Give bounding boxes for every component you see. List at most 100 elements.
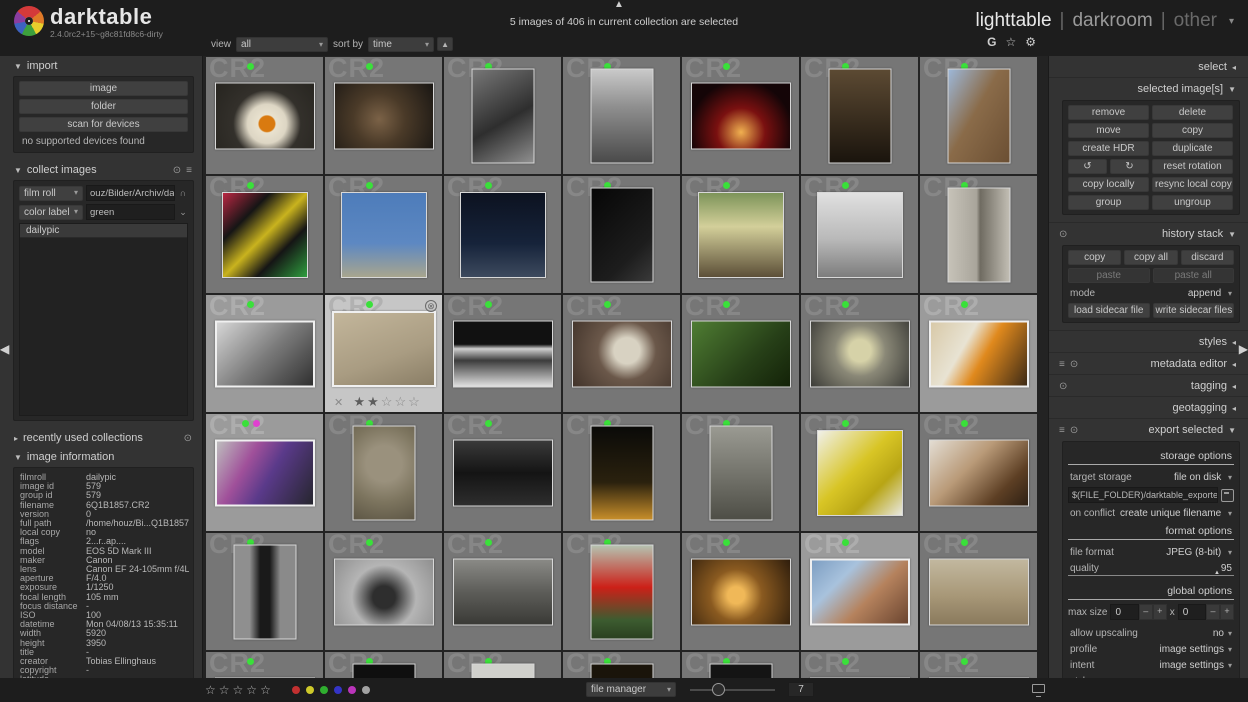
color-label-filter-icon[interactable] [362,686,370,694]
rating-filter-stars[interactable]: ☆☆☆☆☆ [205,683,274,697]
preferences-gear-icon[interactable]: ⚙ [1025,35,1036,49]
decrement-icon[interactable]: – [1206,604,1221,620]
star-icon[interactable]: ★ [367,394,381,409]
sort-ascending-button[interactable]: ▲ [437,37,454,51]
max-height-value[interactable]: 0 [1177,604,1207,620]
star-icon[interactable]: ★ [353,394,367,409]
reset-rotation-button[interactable]: reset rotation [1152,159,1233,174]
photo-thumbnail[interactable] [590,187,653,282]
group-button[interactable]: group [1068,195,1149,210]
section-header-geotagging[interactable]: geotagging ◂ [1049,396,1248,418]
reset-icon[interactable]: ⊙ [1059,229,1067,240]
reset-icon[interactable]: ⊙ [184,433,192,444]
thumbnail-cell-thumb-row6-3[interactable]: CR2 [444,652,561,678]
color-label-filter-icon[interactable] [306,686,314,694]
section-header-styles[interactable]: styles ◂ [1049,330,1248,352]
thumbnail-cell-subway-platform-bw[interactable]: CR2 [444,295,561,412]
max-width-stepper[interactable]: 0 – + [1110,604,1167,620]
view-darkroom[interactable]: darkroom [1072,10,1152,32]
quality-slider[interactable]: quality 95 ▲ [1068,560,1234,576]
color-label-filter-icon[interactable] [320,686,328,694]
star-icon[interactable]: ☆ [408,394,422,409]
photo-thumbnail[interactable] [214,82,315,149]
history-copy-all-button[interactable]: copy all [1124,250,1178,265]
photo-thumbnail[interactable] [331,310,436,387]
photo-thumbnail[interactable] [459,191,546,278]
thumbnail-cell-building-stairs[interactable]: CR2 [563,57,680,174]
left-panel-expander-icon[interactable]: ◀ [0,343,9,355]
reject-icon[interactable]: ✕ [334,396,343,409]
color-label-filter-icon[interactable] [292,686,300,694]
thumbnail-cell-night-lights[interactable]: CR2 [563,414,680,531]
thumbnail-cell-thumb-row6-7[interactable]: CR2 [920,652,1037,678]
photo-thumbnail[interactable] [352,425,415,520]
photo-thumbnail[interactable] [928,320,1029,387]
thumbnail-cell-purple-hair[interactable]: CR2 [206,414,323,531]
collection-list-item[interactable]: dailypic [20,224,187,238]
reset-icon[interactable]: ⊙ [173,165,181,176]
max-width-value[interactable]: 0 [1110,604,1139,620]
section-header-selected-images[interactable]: selected image[s] ▼ [1049,77,1248,99]
color-label-filter-icon[interactable] [334,686,342,694]
photo-thumbnail[interactable] [828,68,891,163]
photo-thumbnail[interactable] [947,187,1010,282]
reset-icon[interactable]: ⊙ [1059,381,1067,392]
file-format-dropdown[interactable]: JPEG (8-bit) ▾ [1166,547,1232,558]
delete-button[interactable]: delete [1152,105,1233,120]
photo-thumbnail[interactable] [709,663,772,678]
move-button[interactable]: move [1068,123,1149,138]
section-header-collect-images[interactable]: ▼ collect images ⊙ ≡ [0,160,202,179]
photo-thumbnail[interactable] [340,191,427,278]
display-profile-icon[interactable] [1032,684,1045,697]
thumbnail-cell-graffiti-wall[interactable]: CR2 [682,414,799,531]
thumbnail-cell-crocus-flowers[interactable]: CR2 [682,176,799,293]
collect-rule-operator-icon[interactable]: ∩ [178,188,188,198]
thumbnail-cell-pear-in-hand[interactable]: CR2 [801,295,918,412]
history-paste-button[interactable]: paste [1068,268,1150,283]
target-storage-dropdown[interactable]: file on disk ▾ [1174,472,1232,483]
presets-icon[interactable]: ≡ [1059,359,1065,370]
collect-rule-operator-icon[interactable]: ⌄ [178,207,188,218]
thumbnail-cell-lufthansa-emboss[interactable]: CR2 [325,414,442,531]
import-scan-for-devices-button[interactable]: scan for devices [19,117,188,132]
photo-thumbnail[interactable] [709,425,772,520]
thumbnail-cell-candle-jar[interactable]: CR2 [682,533,799,650]
layout-mode-dropdown[interactable]: file manager ▾ [586,682,676,697]
section-header-image-information[interactable]: ▼ image information [0,447,202,466]
rating-star-icon[interactable]: ☆ [233,683,247,697]
photo-thumbnail[interactable] [590,663,653,678]
thumbnail-cell-palace-gate[interactable]: CR2 [920,533,1037,650]
option-dropdown[interactable]: no ▾ [1213,628,1232,639]
view-dropdown-caret-icon[interactable]: ▾ [1229,16,1234,27]
section-header-metadata-editor[interactable]: ≡ ⊙ metadata editor ◂ [1049,352,1248,374]
section-header-recent-collections[interactable]: ▸ recently used collections ⊙ [0,428,202,447]
thumbnail-cell-rabbit-figurine[interactable]: CR2 [325,57,442,174]
rotate-ccw-icon[interactable]: ↺ [1068,159,1107,174]
view-other[interactable]: other [1174,10,1217,32]
thumbnail-cell-red-tulip[interactable]: CR2 [563,533,680,650]
photo-thumbnail[interactable] [590,425,653,520]
photo-thumbnail[interactable] [928,439,1029,506]
collect-field-dropdown[interactable]: film roll ▾ [19,185,83,201]
thumbnail-cell-fabric-stitch[interactable]: CR2 [444,414,561,531]
rating-star-icon[interactable]: ☆ [219,683,233,697]
sort-by-dropdown[interactable]: time ▾ [368,36,435,52]
remove-button[interactable]: remove [1068,105,1149,120]
photo-thumbnail[interactable] [352,663,415,678]
photo-thumbnail[interactable] [590,68,653,163]
view-lighttable[interactable]: lighttable [975,10,1051,32]
photo-thumbnail[interactable] [809,558,910,625]
photo-thumbnail[interactable] [452,439,553,506]
increment-icon[interactable]: + [1152,604,1167,620]
rating-star-icon[interactable]: ☆ [205,683,219,697]
collect-rule-value[interactable]: green [86,204,175,220]
star-icon[interactable]: ☆ [394,394,408,409]
thumbnail-cell-thumb-row6-4[interactable]: CR2 [563,652,680,678]
import-image-button[interactable]: image [19,81,188,96]
thumbnail-cell-thumb-row6-1[interactable]: CR2 [206,652,323,678]
thumbnail-cell-hand-with-key[interactable]: CR2 [444,57,561,174]
history-copy-button[interactable]: copy [1068,250,1122,265]
thumbnail-cell-thumb-row6-5[interactable]: CR2 [682,652,799,678]
rotate-cw-icon[interactable]: ↻ [1110,159,1149,174]
photo-thumbnail[interactable] [452,320,553,387]
